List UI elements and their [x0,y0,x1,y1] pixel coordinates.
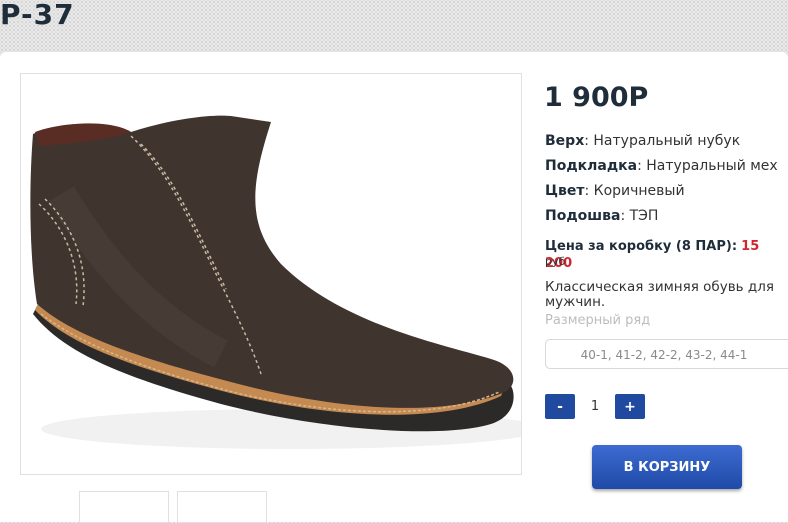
quantity-value[interactable]: 1 [580,394,610,419]
spec-key: Подкладка [545,158,638,174]
spec-row: Подкладка: Натуральный мех [545,158,778,174]
page-title: P-37 [0,0,75,31]
size-range-label: Размерный ряд [545,313,651,328]
thumbnail[interactable] [177,491,267,523]
spec-key: Верх [545,133,585,149]
spec-value: ТЭП [629,208,659,224]
spec-list: Верх: Натуральный нубук Подкладка: Натур… [545,133,785,233]
product-description: Классическая зимняя обувь для мужчин. [545,279,775,310]
spec-key: Цвет [545,183,585,199]
quantity-increase-button[interactable]: + [615,394,645,419]
size-range-field: 40-1, 41-2, 42-2, 43-2, 44-1 [545,339,788,369]
spec-value: Натуральный мех [646,158,778,174]
spec-value: Коричневый [593,183,685,199]
spec-key: Подошва [545,208,621,224]
spec-value: Натуральный нубук [593,133,741,149]
boot-image [21,74,521,474]
spec-row: Подошва: ТЭП [545,208,659,224]
box-price-label: Цена за коробку (8 ПАР): [545,239,738,254]
quantity-decrease-button[interactable]: - [545,394,575,419]
product-price: 1 900P [544,82,649,113]
thumbnail[interactable] [79,491,169,523]
product-photo[interactable] [20,73,522,475]
spec-row: Верх: Натуральный нубук [545,133,741,149]
spec-row: Цвет: Коричневый [545,183,685,199]
box-price: Цена за коробку (8 ПАР): 15 200 [545,238,785,272]
add-to-cart-button[interactable]: В КОРЗИНУ [592,445,742,489]
box-price-unit: руб [545,255,566,268]
